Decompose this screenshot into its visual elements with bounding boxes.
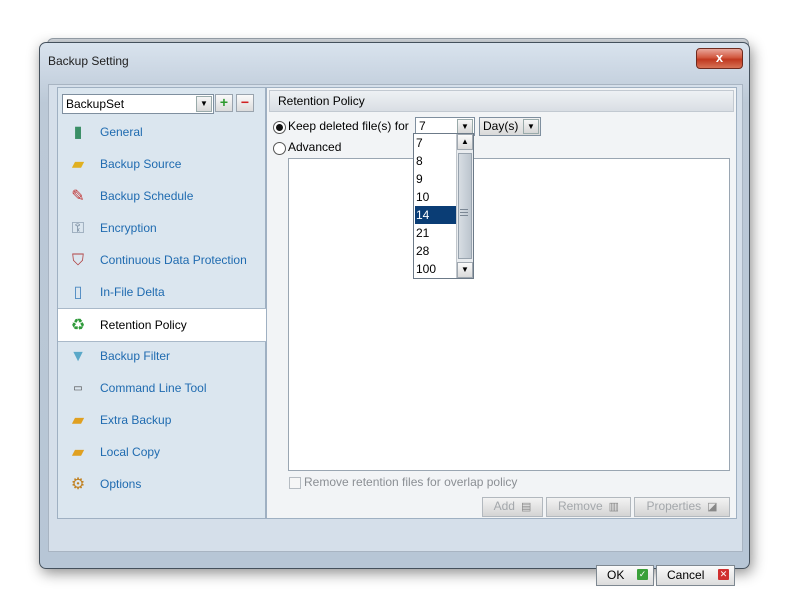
remove-overlap-checkbox[interactable] (289, 477, 301, 489)
recycle-bin-icon: ♻ (70, 317, 86, 334)
encryption-icon: ⚿ (71, 220, 85, 237)
unit-value: Day(s) (483, 119, 519, 133)
extra-backup-icon: ▰ (71, 412, 85, 429)
dropdown-option[interactable]: 9 (415, 170, 457, 188)
minus-icon: − (240, 94, 250, 110)
sidebar-item-options[interactable]: ⚙ Options (58, 468, 265, 500)
sidebar-item-command-line-tool[interactable]: ▭ Command Line Tool (58, 372, 265, 404)
remove-backup-set-button[interactable]: − (236, 94, 254, 112)
sidebar-item-label: Continuous Data Protection (100, 253, 247, 267)
sidebar-item-encryption[interactable]: ⚿ Encryption (58, 212, 265, 244)
grip-icon (460, 209, 468, 218)
funnel-icon: ▼ (70, 348, 86, 365)
local-copy-icon: ▰ (71, 444, 85, 461)
advanced-policy-list (288, 158, 730, 471)
backup-setting-dialog: Backup Setting x BackupSet ▼ + − ▮ Gener… (39, 42, 750, 586)
sidebar-item-label: Extra Backup (100, 413, 172, 427)
dropdown-option[interactable]: 28 (415, 242, 457, 260)
gear-icon: ⚙ (70, 476, 86, 493)
chevron-down-icon[interactable]: ▼ (196, 96, 212, 112)
remove-button[interactable]: Remove ▥ (546, 497, 631, 517)
sidebar-item-label: Backup Filter (100, 349, 171, 363)
edit-icon: ◪ (707, 501, 718, 513)
scroll-up-icon[interactable]: ▲ (457, 134, 473, 150)
ok-button-label: OK (607, 568, 625, 582)
ok-button[interactable]: OK ✓ (596, 565, 654, 586)
unit-select[interactable]: Day(s) ▼ (479, 117, 541, 136)
dialog-body: BackupSet ▼ + − ▮ General ▰ Backup Sourc… (48, 84, 743, 586)
sidebar-item-extra-backup[interactable]: ▰ Extra Backup (58, 404, 265, 436)
advanced-label: Advanced (288, 140, 342, 154)
document-icon: ▤ (520, 501, 532, 513)
sidebar-item-retention-policy[interactable]: ♻ Retention Policy (58, 308, 268, 342)
settings-sidebar: BackupSet ▼ + − ▮ General ▰ Backup Sourc… (57, 87, 268, 519)
close-icon: x (715, 50, 724, 65)
dropdown-option[interactable]: 21 (415, 224, 457, 242)
sidebar-item-label: Backup Schedule (100, 189, 194, 203)
sidebar-item-local-copy[interactable]: ▰ Local Copy (58, 436, 265, 468)
backup-set-select[interactable]: BackupSet ▼ (62, 94, 214, 114)
cancel-button[interactable]: Cancel ✕ (656, 565, 735, 586)
keep-deleted-radio[interactable] (273, 121, 286, 134)
sidebar-item-label: Command Line Tool (100, 381, 207, 395)
advanced-radio[interactable] (273, 142, 286, 155)
dropdown-option[interactable]: 8 (415, 152, 457, 170)
keep-deleted-label: Keep deleted file(s) for (288, 119, 409, 133)
close-button[interactable]: x (696, 48, 743, 69)
sidebar-item-backup-source[interactable]: ▰ Backup Source (58, 148, 265, 180)
dropdown-option[interactable]: 100 (415, 260, 457, 278)
scrollbar-thumb[interactable] (458, 153, 472, 259)
dropdown-option[interactable]: 10 (415, 188, 457, 206)
cancel-button-label: Cancel (667, 568, 705, 582)
retention-policy-panel: Retention Policy Keep deleted file(s) fo… (266, 87, 737, 519)
general-icon: ▮ (73, 124, 83, 141)
terminal-icon: ▭ (73, 383, 83, 394)
chevron-down-icon[interactable]: ▼ (457, 119, 473, 134)
chevron-down-icon[interactable]: ▼ (523, 119, 539, 134)
scroll-down-icon[interactable]: ▼ (457, 262, 473, 278)
schedule-icon: ✎ (71, 188, 85, 205)
add-button-label: Add (493, 499, 515, 513)
sidebar-item-backup-schedule[interactable]: ✎ Backup Schedule (58, 180, 265, 212)
window-title: Backup Setting (48, 54, 129, 68)
panel-title: Retention Policy (278, 94, 365, 108)
document-icon: ▯ (73, 284, 83, 301)
sidebar-item-label: Encryption (100, 221, 157, 235)
sidebar-item-general[interactable]: ▮ General (58, 116, 265, 148)
shield-icon: ⛉ (71, 252, 84, 269)
backup-set-value: BackupSet (66, 97, 125, 111)
sidebar-item-label: In-File Delta (100, 285, 165, 299)
trash-icon: ▥ (608, 501, 620, 513)
remove-overlap-label: Remove retention files for overlap polic… (304, 475, 518, 489)
sidebar-item-label: Retention Policy (100, 318, 187, 332)
panel-header: Retention Policy (269, 90, 734, 112)
keep-days-dropdown: 7 8 9 10 14 21 28 100 ▲ ▼ (413, 133, 474, 279)
sidebar-item-continuous-data-protection[interactable]: ⛉ Continuous Data Protection (58, 244, 265, 276)
sidebar-item-backup-filter[interactable]: ▼ Backup Filter (58, 340, 265, 372)
properties-button-label: Properties (646, 499, 702, 513)
sidebar-item-label: General (100, 125, 143, 139)
sidebar-item-label: Backup Source (100, 157, 182, 171)
dropdown-option[interactable]: 7 (415, 134, 457, 152)
x-icon: ✕ (718, 569, 729, 580)
remove-button-label: Remove (557, 499, 603, 513)
checkmark-icon: ✓ (637, 569, 648, 580)
dropdown-option-selected[interactable]: 14 (415, 206, 457, 224)
folder-icon: ▰ (71, 156, 85, 173)
dropdown-scrollbar[interactable]: ▲ ▼ (456, 134, 473, 278)
add-button[interactable]: Add ▤ (482, 497, 543, 517)
sidebar-item-in-file-delta[interactable]: ▯ In-File Delta (58, 276, 265, 308)
sidebar-item-label: Options (100, 477, 142, 491)
keep-days-value: 7 (419, 119, 426, 133)
add-backup-set-button[interactable]: + (215, 94, 233, 112)
plus-icon: + (219, 94, 229, 110)
sidebar-item-label: Local Copy (100, 445, 161, 459)
properties-button[interactable]: Properties ◪ (634, 497, 730, 517)
